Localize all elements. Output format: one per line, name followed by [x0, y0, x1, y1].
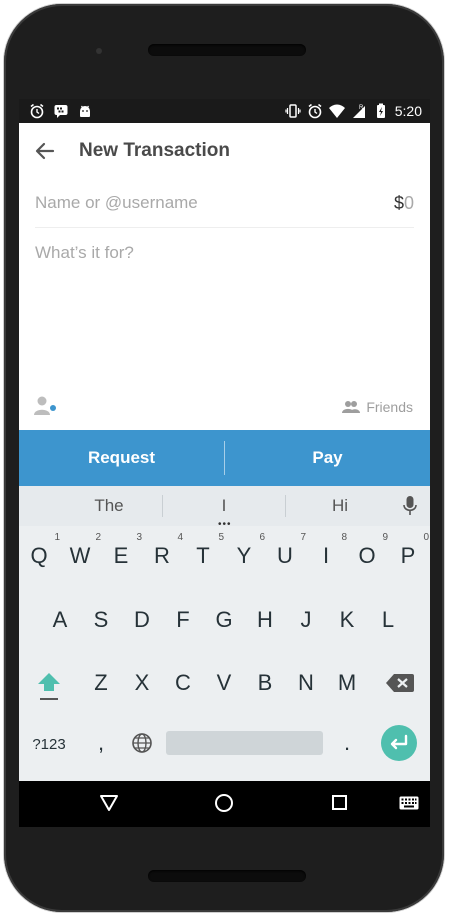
suggestion-1[interactable]: The — [49, 496, 169, 516]
key-label: Q — [30, 543, 48, 568]
key-k[interactable]: K — [327, 607, 367, 633]
status-bar: R 5:20 — [19, 99, 430, 123]
friends-icon — [342, 401, 361, 413]
key-hint: 8 — [341, 532, 347, 543]
currency-symbol: $ — [393, 193, 404, 213]
key-hint: 6 — [259, 532, 265, 543]
globe-icon[interactable] — [131, 732, 153, 754]
more-suggestions-indicator: ••• — [218, 519, 232, 530]
amount-value: 0 — [403, 193, 414, 213]
suggestion-2[interactable]: I — [164, 496, 284, 516]
alarm-icon — [30, 103, 44, 119]
suggestion-divider — [162, 495, 163, 517]
key-hint: 4 — [177, 532, 183, 543]
app-bar: New Transaction — [19, 123, 430, 179]
key-hint: 0 — [423, 532, 429, 543]
alarm-icon — [308, 103, 322, 119]
shift-icon[interactable] — [33, 666, 65, 706]
comma-key[interactable]: , — [81, 730, 121, 756]
recipient-row: Name or @username $0 — [35, 183, 414, 228]
key-f[interactable]: F — [163, 607, 203, 633]
key-label: T — [196, 543, 210, 568]
key-z[interactable]: Z — [81, 670, 121, 696]
key-e[interactable]: E3 — [101, 532, 142, 569]
vibrate-icon — [285, 104, 301, 118]
action-bar: Request Pay — [19, 430, 430, 486]
backspace-icon[interactable] — [385, 672, 415, 694]
key-label: U — [277, 543, 293, 568]
key-s[interactable]: S — [81, 607, 121, 633]
key-hint: 3 — [136, 532, 142, 543]
key-n[interactable]: N — [286, 670, 326, 696]
privacy-label: Friends — [366, 399, 413, 415]
soft-keyboard: The I ••• Hi Q1 W2 E3 R4 T5 Y6 U7 I8 O9 … — [19, 486, 430, 781]
enter-button[interactable] — [381, 725, 417, 761]
note-input[interactable]: What’s it for? — [35, 243, 134, 263]
key-label: P — [400, 543, 416, 568]
page-title: New Transaction — [79, 140, 230, 161]
key-o[interactable]: O9 — [347, 532, 388, 569]
key-label: W — [69, 543, 91, 568]
status-time: 5:20 — [394, 103, 422, 119]
key-hint: 9 — [382, 532, 388, 543]
microphone-icon[interactable] — [402, 495, 418, 517]
key-hint: 1 — [54, 532, 60, 543]
key-y[interactable]: Y6 — [224, 532, 265, 569]
key-label: R — [154, 543, 170, 568]
key-label: O — [358, 543, 376, 568]
key-m[interactable]: M — [327, 670, 367, 696]
key-label: Y — [236, 543, 252, 568]
amount-field[interactable]: $0 — [394, 193, 414, 214]
nav-recents-icon[interactable] — [332, 795, 347, 810]
enter-icon — [390, 734, 408, 750]
nav-home-icon[interactable] — [215, 794, 233, 812]
key-u[interactable]: U7 — [265, 532, 306, 569]
earpiece-speaker — [148, 44, 306, 56]
bottom-speaker — [148, 870, 306, 882]
bbm-icon — [54, 105, 68, 118]
key-x[interactable]: X — [122, 670, 162, 696]
key-w[interactable]: W2 — [60, 532, 101, 569]
symbols-key[interactable]: ?123 — [29, 736, 69, 753]
key-label: I — [322, 543, 330, 568]
svg-text:R: R — [359, 105, 364, 111]
keyboard-switch-icon[interactable] — [399, 796, 419, 810]
system-nav-bar — [19, 781, 430, 827]
period-key[interactable]: . — [327, 730, 367, 756]
key-c[interactable]: C — [163, 670, 203, 696]
key-hint: 2 — [95, 532, 101, 543]
recipient-input[interactable]: Name or @username — [35, 193, 198, 213]
screen: R 5:20 New Transaction Name or @username… — [19, 99, 430, 827]
key-l[interactable]: L — [368, 607, 408, 633]
key-label: E — [113, 543, 129, 568]
key-p[interactable]: P0 — [388, 532, 429, 569]
suggestion-strip: The I ••• Hi — [19, 486, 430, 530]
space-bar[interactable] — [166, 731, 323, 755]
key-g[interactable]: G — [204, 607, 244, 633]
add-photo-icon[interactable] — [33, 395, 59, 417]
signal-icon: R — [352, 105, 365, 118]
key-v[interactable]: V — [204, 670, 244, 696]
key-hint: 7 — [300, 532, 306, 543]
key-r[interactable]: R4 — [142, 532, 183, 569]
key-hint: 5 — [218, 532, 224, 543]
key-h[interactable]: H — [245, 607, 285, 633]
request-button[interactable]: Request — [19, 430, 224, 486]
privacy-selector[interactable]: Friends — [342, 399, 413, 415]
front-camera — [96, 48, 102, 54]
suggestion-3[interactable]: Hi — [280, 496, 400, 516]
nav-back-icon[interactable] — [99, 794, 119, 812]
battery-icon — [376, 103, 385, 118]
arrow-left-icon[interactable] — [33, 139, 57, 163]
key-b[interactable]: B — [245, 670, 285, 696]
key-a[interactable]: A — [40, 607, 80, 633]
key-j[interactable]: J — [286, 607, 326, 633]
key-t[interactable]: T5 — [183, 532, 224, 569]
key-i[interactable]: I8 — [306, 532, 347, 569]
key-d[interactable]: D — [122, 607, 162, 633]
key-q[interactable]: Q1 — [19, 532, 60, 569]
wifi-icon — [328, 104, 345, 118]
android-icon — [80, 105, 90, 117]
pay-button[interactable]: Pay — [225, 430, 430, 486]
